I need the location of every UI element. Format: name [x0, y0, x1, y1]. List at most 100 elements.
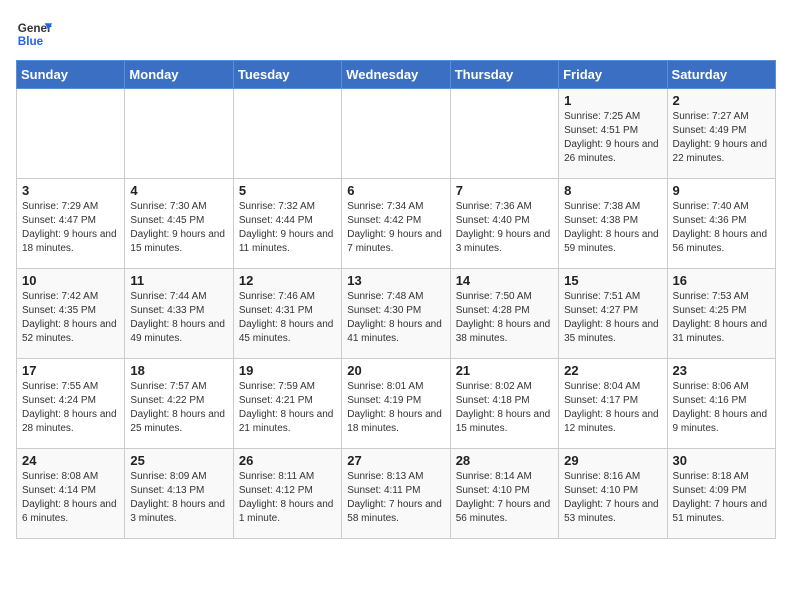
day-number: 24: [22, 453, 119, 468]
logo-icon: General Blue: [16, 16, 52, 52]
calendar-cell: 30 Sunrise: 8:18 AM Sunset: 4:09 PM Dayli…: [667, 449, 775, 539]
day-number: 22: [564, 363, 661, 378]
calendar-cell: 13 Sunrise: 7:48 AM Sunset: 4:30 PM Dayli…: [342, 269, 450, 359]
calendar-cell: 11Sunrise: 7:44 AM Sunset: 4:33 PM Dayli…: [125, 269, 233, 359]
header: General Blue: [16, 16, 776, 52]
calendar-cell: 25 Sunrise: 8:09 AM Sunset: 4:13 PM Dayli…: [125, 449, 233, 539]
day-number: 3: [22, 183, 119, 198]
calendar-cell: 14 Sunrise: 7:50 AM Sunset: 4:28 PM Dayli…: [450, 269, 558, 359]
calendar-cell: 2Sunrise: 7:27 AM Sunset: 4:49 PM Daylig…: [667, 89, 775, 179]
day-number: 13: [347, 273, 444, 288]
calendar-cell: 9 Sunrise: 7:40 AM Sunset: 4:36 PM Daylig…: [667, 179, 775, 269]
day-number: 9: [673, 183, 770, 198]
day-info: Sunrise: 7:42 AM Sunset: 4:35 PM Dayligh…: [22, 290, 119, 346]
day-info: Sunrise: 7:40 AM Sunset: 4:36 PM Dayligh…: [673, 200, 770, 256]
day-info: Sunrise: 7:25 AM Sunset: 4:51 PM Dayligh…: [564, 110, 661, 166]
calendar-cell: 5 Sunrise: 7:32 AM Sunset: 4:44 PM Daylig…: [233, 179, 341, 269]
day-number: 16: [673, 273, 770, 288]
calendar-cell: 24 Sunrise: 8:08 AM Sunset: 4:14 PM Dayli…: [17, 449, 125, 539]
calendar-cell: [125, 89, 233, 179]
calendar-cell: 29 Sunrise: 8:16 AM Sunset: 4:10 PM Dayli…: [559, 449, 667, 539]
calendar-cell: 8 Sunrise: 7:38 AM Sunset: 4:38 PM Daylig…: [559, 179, 667, 269]
calendar-cell: 20 Sunrise: 8:01 AM Sunset: 4:19 PM Dayli…: [342, 359, 450, 449]
day-number: 20: [347, 363, 444, 378]
calendar-cell: [233, 89, 341, 179]
day-number: 1: [564, 93, 661, 108]
day-info: Sunrise: 7:55 AM Sunset: 4:24 PM Dayligh…: [22, 380, 119, 436]
day-number: 17: [22, 363, 119, 378]
day-number: 23: [673, 363, 770, 378]
day-info: Sunrise: 8:16 AM Sunset: 4:10 PM Dayligh…: [564, 470, 661, 526]
calendar-table: SundayMondayTuesdayWednesdayThursdayFrid…: [16, 60, 776, 539]
calendar-cell: 16Sunrise: 7:53 AM Sunset: 4:25 PM Dayli…: [667, 269, 775, 359]
day-number: 19: [239, 363, 336, 378]
day-number: 10: [22, 273, 119, 288]
day-info: Sunrise: 7:57 AM Sunset: 4:22 PM Dayligh…: [130, 380, 227, 436]
day-number: 14: [456, 273, 553, 288]
svg-text:Blue: Blue: [18, 35, 44, 48]
day-info: Sunrise: 8:13 AM Sunset: 4:11 PM Dayligh…: [347, 470, 444, 526]
day-info: Sunrise: 7:27 AM Sunset: 4:49 PM Dayligh…: [673, 110, 770, 166]
calendar-cell: 10 Sunrise: 7:42 AM Sunset: 4:35 PM Dayli…: [17, 269, 125, 359]
calendar-cell: 1 Sunrise: 7:25 AM Sunset: 4:51 PM Daylig…: [559, 89, 667, 179]
col-header-saturday: Saturday: [667, 61, 775, 89]
calendar-cell: 26 Sunrise: 8:11 AM Sunset: 4:12 PM Dayli…: [233, 449, 341, 539]
day-number: 26: [239, 453, 336, 468]
calendar-cell: 17 Sunrise: 7:55 AM Sunset: 4:24 PM Dayli…: [17, 359, 125, 449]
day-number: 30: [673, 453, 770, 468]
calendar-cell: 18 Sunrise: 7:57 AM Sunset: 4:22 PM Dayli…: [125, 359, 233, 449]
day-number: 21: [456, 363, 553, 378]
day-info: Sunrise: 8:04 AM Sunset: 4:17 PM Dayligh…: [564, 380, 661, 436]
day-info: Sunrise: 7:36 AM Sunset: 4:40 PM Dayligh…: [456, 200, 553, 256]
calendar-cell: 21 Sunrise: 8:02 AM Sunset: 4:18 PM Dayli…: [450, 359, 558, 449]
day-number: 28: [456, 453, 553, 468]
col-header-sunday: Sunday: [17, 61, 125, 89]
calendar-cell: 7 Sunrise: 7:36 AM Sunset: 4:40 PM Daylig…: [450, 179, 558, 269]
day-number: 7: [456, 183, 553, 198]
calendar-cell: 19 Sunrise: 7:59 AM Sunset: 4:21 PM Dayli…: [233, 359, 341, 449]
day-info: Sunrise: 7:51 AM Sunset: 4:27 PM Dayligh…: [564, 290, 661, 346]
day-info: Sunrise: 8:18 AM Sunset: 4:09 PM Dayligh…: [673, 470, 770, 526]
day-number: 6: [347, 183, 444, 198]
calendar-cell: 22 Sunrise: 8:04 AM Sunset: 4:17 PM Dayli…: [559, 359, 667, 449]
day-info: Sunrise: 8:08 AM Sunset: 4:14 PM Dayligh…: [22, 470, 119, 526]
day-number: 8: [564, 183, 661, 198]
day-info: Sunrise: 8:06 AM Sunset: 4:16 PM Dayligh…: [673, 380, 770, 436]
day-number: 4: [130, 183, 227, 198]
calendar-cell: 23 Sunrise: 8:06 AM Sunset: 4:16 PM Dayli…: [667, 359, 775, 449]
day-info: Sunrise: 7:48 AM Sunset: 4:30 PM Dayligh…: [347, 290, 444, 346]
day-info: Sunrise: 7:59 AM Sunset: 4:21 PM Dayligh…: [239, 380, 336, 436]
day-number: 29: [564, 453, 661, 468]
col-header-wednesday: Wednesday: [342, 61, 450, 89]
day-info: Sunrise: 7:38 AM Sunset: 4:38 PM Dayligh…: [564, 200, 661, 256]
day-info: Sunrise: 7:44 AM Sunset: 4:33 PM Dayligh…: [130, 290, 227, 346]
day-number: 5: [239, 183, 336, 198]
day-info: Sunrise: 7:46 AM Sunset: 4:31 PM Dayligh…: [239, 290, 336, 346]
calendar-cell: 4 Sunrise: 7:30 AM Sunset: 4:45 PM Daylig…: [125, 179, 233, 269]
calendar-cell: [450, 89, 558, 179]
calendar-cell: 6 Sunrise: 7:34 AM Sunset: 4:42 PM Daylig…: [342, 179, 450, 269]
day-info: Sunrise: 7:30 AM Sunset: 4:45 PM Dayligh…: [130, 200, 227, 256]
col-header-tuesday: Tuesday: [233, 61, 341, 89]
col-header-thursday: Thursday: [450, 61, 558, 89]
day-number: 12: [239, 273, 336, 288]
day-number: 15: [564, 273, 661, 288]
calendar-cell: 12 Sunrise: 7:46 AM Sunset: 4:31 PM Dayli…: [233, 269, 341, 359]
calendar-cell: [342, 89, 450, 179]
day-number: 25: [130, 453, 227, 468]
day-info: Sunrise: 7:34 AM Sunset: 4:42 PM Dayligh…: [347, 200, 444, 256]
day-info: Sunrise: 8:09 AM Sunset: 4:13 PM Dayligh…: [130, 470, 227, 526]
calendar-cell: 15 Sunrise: 7:51 AM Sunset: 4:27 PM Dayli…: [559, 269, 667, 359]
day-info: Sunrise: 7:32 AM Sunset: 4:44 PM Dayligh…: [239, 200, 336, 256]
day-info: Sunrise: 8:01 AM Sunset: 4:19 PM Dayligh…: [347, 380, 444, 436]
day-info: Sunrise: 8:02 AM Sunset: 4:18 PM Dayligh…: [456, 380, 553, 436]
day-number: 27: [347, 453, 444, 468]
col-header-monday: Monday: [125, 61, 233, 89]
day-info: Sunrise: 8:11 AM Sunset: 4:12 PM Dayligh…: [239, 470, 336, 526]
day-info: Sunrise: 7:50 AM Sunset: 4:28 PM Dayligh…: [456, 290, 553, 346]
logo: General Blue: [16, 16, 52, 52]
day-info: Sunrise: 7:29 AM Sunset: 4:47 PM Dayligh…: [22, 200, 119, 256]
day-info: Sunrise: 8:14 AM Sunset: 4:10 PM Dayligh…: [456, 470, 553, 526]
day-number: 18: [130, 363, 227, 378]
calendar-cell: 28 Sunrise: 8:14 AM Sunset: 4:10 PM Dayli…: [450, 449, 558, 539]
